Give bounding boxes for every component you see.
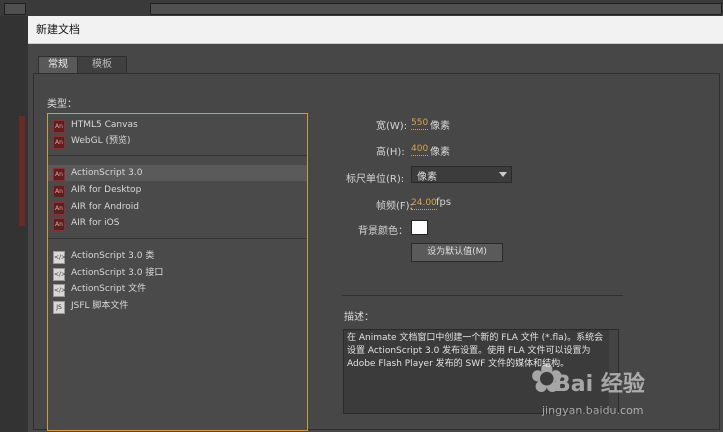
frame-rate-value[interactable]: 24.00 bbox=[411, 198, 437, 210]
watermark: ✿ Bai 经验 jingyan.baidu.com bbox=[530, 356, 700, 426]
list-item-label: HTML5 Canvas bbox=[71, 120, 138, 130]
list-item-air-ios[interactable]: An AIR for iOS bbox=[48, 215, 307, 231]
background-panel-accent bbox=[19, 116, 25, 226]
background-color-swatch[interactable] bbox=[411, 220, 428, 235]
width-value[interactable]: 550 bbox=[411, 118, 429, 130]
ruler-units-select[interactable]: 像素 bbox=[411, 166, 512, 183]
dialog-title: 新建文档 bbox=[36, 23, 80, 36]
list-item-air-desktop[interactable]: An AIR for Desktop bbox=[48, 182, 307, 198]
height-unit: 像素 bbox=[430, 147, 450, 158]
list-item-label: ActionScript 文件 bbox=[71, 284, 147, 294]
frame-rate-label: 帧频(F): bbox=[376, 201, 413, 212]
list-item-webgl[interactable]: An WebGL (预览) bbox=[48, 133, 307, 149]
background-color-label: 背景颜色： bbox=[358, 226, 408, 237]
watermark-url: jingyan.baidu.com bbox=[542, 404, 644, 417]
dialog-titlebar[interactable]: 新建文档 bbox=[28, 16, 723, 44]
tab-templates[interactable]: 模板 bbox=[77, 56, 127, 73]
list-item-label: AIR for Desktop bbox=[71, 185, 142, 195]
background-toolbar-segment bbox=[150, 3, 722, 15]
list-item-label: AIR for iOS bbox=[71, 218, 120, 228]
animate-doc-icon: An bbox=[53, 136, 65, 149]
list-item-label: ActionScript 3.0 接口 bbox=[71, 268, 164, 278]
list-item-jsfl[interactable]: JS JSFL 脚本文件 bbox=[48, 298, 307, 314]
width-label: 宽(W): bbox=[376, 121, 408, 132]
script-file-icon: </> bbox=[53, 251, 66, 264]
list-item-as3-interface[interactable]: </> ActionScript 3.0 接口 bbox=[48, 265, 307, 281]
watermark-brand: Bai 经验 bbox=[554, 372, 645, 397]
background-app-panel bbox=[0, 16, 28, 432]
list-item-as3-class[interactable]: </> ActionScript 3.0 类 bbox=[48, 248, 307, 264]
document-type-list: An HTML5 Canvas An WebGL (预览) An ActionS… bbox=[47, 113, 308, 431]
height-label: 高(H): bbox=[376, 147, 405, 158]
list-item-as-file[interactable]: </> ActionScript 文件 bbox=[48, 281, 307, 297]
jsfl-file-icon: JS bbox=[53, 301, 65, 314]
description-label: 描述： bbox=[344, 312, 374, 323]
chevron-down-icon bbox=[499, 172, 507, 177]
list-item-label: AIR for Android bbox=[71, 202, 139, 212]
animate-doc-icon: An bbox=[53, 202, 65, 215]
height-value[interactable]: 400 bbox=[411, 144, 429, 156]
list-separator bbox=[48, 238, 307, 239]
frame-rate-unit: fps bbox=[436, 197, 452, 208]
type-section-label: 类型： bbox=[47, 99, 77, 110]
tab-general[interactable]: 常规 bbox=[38, 56, 78, 73]
list-item-label: ActionScript 3.0 bbox=[71, 168, 143, 178]
script-file-icon: </> bbox=[53, 284, 66, 297]
ruler-units-label: 标尺单位(R): bbox=[346, 174, 405, 185]
list-separator bbox=[48, 155, 307, 156]
list-item-label: ActionScript 3.0 类 bbox=[71, 251, 155, 261]
ruler-units-value: 像素 bbox=[417, 172, 437, 183]
animate-doc-icon: An bbox=[53, 168, 65, 181]
animate-doc-icon: An bbox=[53, 218, 65, 231]
animate-doc-icon: An bbox=[53, 185, 65, 198]
list-item-html5-canvas[interactable]: An HTML5 Canvas bbox=[48, 117, 307, 133]
list-item-air-android[interactable]: An AIR for Android bbox=[48, 199, 307, 215]
list-item-label: JSFL 脚本文件 bbox=[71, 301, 129, 311]
script-file-icon: </> bbox=[53, 268, 66, 281]
section-divider bbox=[342, 295, 623, 296]
width-unit: 像素 bbox=[430, 121, 450, 132]
animate-doc-icon: An bbox=[53, 120, 65, 133]
set-default-button[interactable]: 设为默认值(M) bbox=[411, 243, 503, 262]
list-item-actionscript-3[interactable]: An ActionScript 3.0 bbox=[48, 165, 307, 181]
background-toolbar-segment bbox=[4, 3, 26, 15]
list-item-label: WebGL (预览) bbox=[71, 136, 131, 146]
background-app-toolbar bbox=[0, 0, 723, 16]
